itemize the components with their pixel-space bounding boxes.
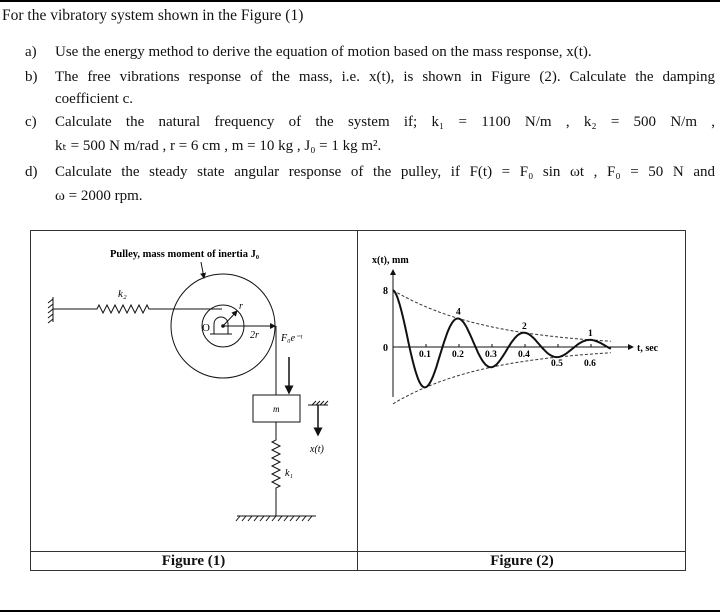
x-axis-label: t, sec (637, 343, 659, 354)
x-tick-label: 0.6 (584, 359, 596, 369)
upper-envelope (392, 289, 611, 342)
response-curve (392, 289, 612, 389)
y-tick-8: 8 (383, 286, 388, 297)
y-axis-label: x(t), mm (372, 255, 409, 266)
bottom-border (0, 610, 720, 612)
x-tick-label: 0.4 (518, 350, 530, 360)
y-tick-0: 0 (383, 343, 388, 354)
peak-label: 2 (522, 322, 527, 332)
peak-label: 4 (456, 308, 461, 318)
x-tick-label: 0.5 (551, 359, 563, 369)
x-tick-label: 0.3 (485, 350, 497, 360)
x-tick-label: 0.1 (419, 350, 431, 360)
lower-envelope (392, 352, 611, 405)
peak-label: 1 (588, 329, 593, 339)
figure2-chart: x(t), mm t, sec 8 0 0.1 0.2 0.3 0.4 0.5 0.6 4 2… (372, 255, 659, 405)
x-tick-label: 0.2 (452, 350, 464, 360)
